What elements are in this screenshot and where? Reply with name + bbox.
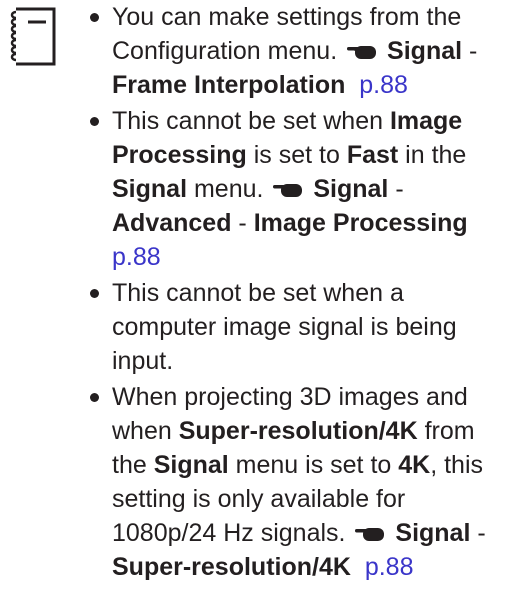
page-link[interactable]: p.88 (359, 71, 408, 99)
ref-item: Advanced (112, 209, 232, 237)
page-link[interactable]: p.88 (365, 553, 414, 581)
notes-list: You can make settings from the Configura… (90, 0, 508, 586)
page-link[interactable]: p.88 (112, 243, 161, 271)
notepad-icon (10, 7, 56, 66)
ref-item: Frame Interpolation (112, 71, 346, 99)
note-item: You can make settings from the Configura… (90, 0, 508, 102)
bullet-icon (90, 289, 99, 298)
ref-menu: Signal (387, 37, 463, 65)
ref-menu: Signal (313, 175, 389, 203)
pointing-hand-icon (355, 528, 385, 541)
ref-item: Image Processing (253, 209, 468, 237)
pointing-hand-icon (273, 184, 303, 197)
note-item: When projecting 3D images and when Super… (90, 380, 508, 584)
pointing-hand-icon (347, 46, 377, 59)
bullet-icon (90, 393, 99, 402)
note-item: This cannot be set when Image Processing… (90, 104, 508, 274)
ref-item: Super-resolution/4K (112, 553, 351, 581)
note-item: This cannot be set when a computer image… (90, 276, 508, 378)
bullet-icon (90, 117, 99, 126)
ref-menu: Signal (395, 519, 471, 547)
bullet-icon (90, 13, 99, 22)
